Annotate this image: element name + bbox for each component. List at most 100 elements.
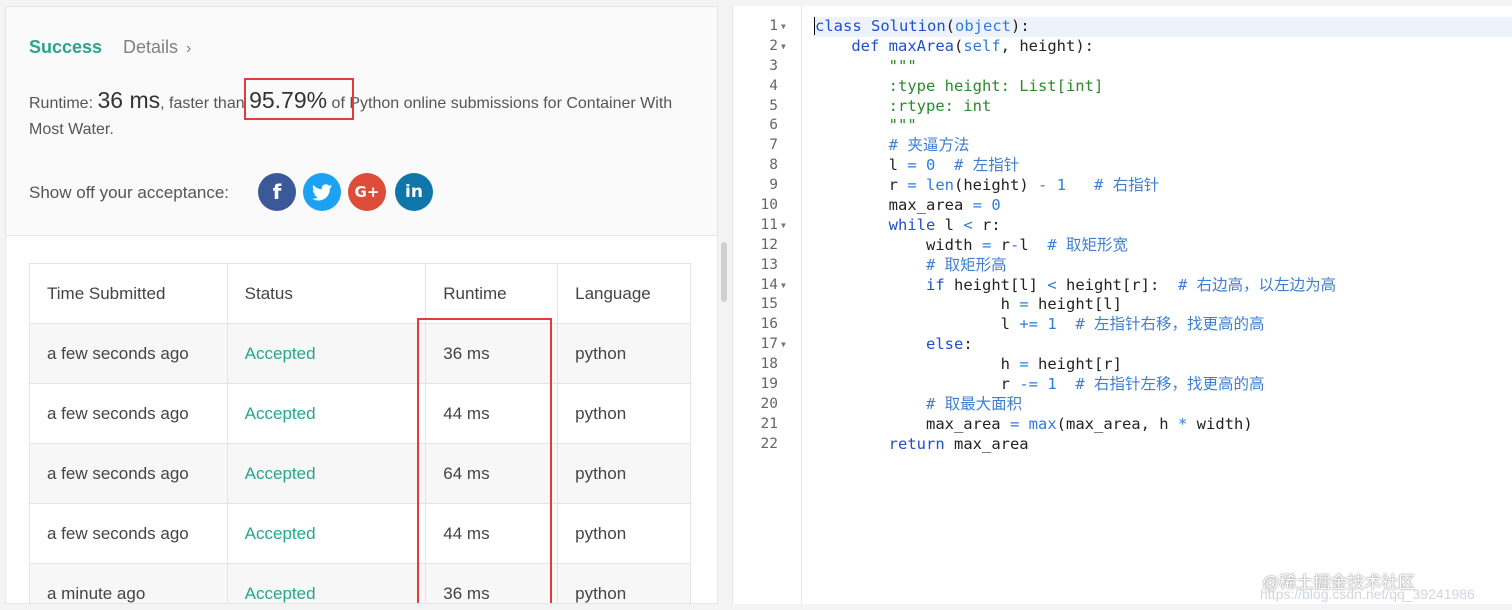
code-line[interactable]: 14 ▼ if height[l] < height[r]: # 右边高，以左边为… <box>761 275 1512 296</box>
code-token: ( <box>954 36 964 55</box>
fold-arrow-icon[interactable]: ▼ <box>781 216 791 236</box>
code-token: # 右边高，以左边为高 <box>1177 275 1337 294</box>
line-number: 6 <box>769 117 778 134</box>
table-row[interactable]: a few seconds ago Accepted 44 ms python <box>29 503 691 564</box>
code-token: = <box>1009 414 1020 433</box>
faster-than-text: , faster than <box>160 95 245 112</box>
code-line[interactable]: 18 h = height[r] <box>761 355 1512 375</box>
header-status[interactable]: Status <box>226 263 427 324</box>
tab-success[interactable]: Success <box>29 37 102 58</box>
code-line[interactable]: 11 ▼ while l < r: <box>761 215 1512 236</box>
code-token: # 右指针 <box>1094 176 1160 195</box>
linkedin-icon[interactable]: in <box>395 173 433 211</box>
code-token: class <box>814 17 862 35</box>
line-number: 5 <box>769 97 778 114</box>
code-area[interactable]: 1 ▼ class Solution(object): 2 ▼ def maxArea(… <box>761 17 1512 455</box>
code-editor[interactable]: 1 ▼ class Solution(object): 2 ▼ def maxArea(… <box>732 6 1512 604</box>
twitter-icon[interactable] <box>303 173 341 211</box>
code-token: # 左指针右移，找更高的高 <box>1075 315 1265 334</box>
runtime-summary: Runtime: 36 ms, faster than 95.79% of Py… <box>29 87 699 143</box>
scrollbar-thumb[interactable] <box>721 242 727 302</box>
tab-details[interactable]: Details › <box>123 37 191 58</box>
code-line[interactable]: 17 ▼ else: <box>761 335 1512 355</box>
line-number: 13 <box>760 256 778 273</box>
code-token: = <box>972 196 982 215</box>
code-line[interactable]: 15 h = height[l] <box>761 295 1512 315</box>
table-row[interactable]: a few seconds ago Accepted 36 ms python <box>29 323 691 384</box>
code-line[interactable]: 12 width = r-l # 取矩形宽 <box>761 235 1512 256</box>
header-language[interactable]: Language <box>557 263 691 324</box>
code-token: # 夹逼方法 <box>888 136 970 155</box>
code-line[interactable]: 22 return max_area <box>761 435 1512 455</box>
status-link[interactable]: Accepted <box>226 323 427 384</box>
code-token: l <box>1019 235 1048 254</box>
code-token: # 取矩形宽 <box>1047 235 1129 254</box>
code-line[interactable]: 13 # 取矩形高 <box>761 256 1512 276</box>
code-token: = <box>1019 295 1029 314</box>
code-line[interactable]: 10 max_area = 0 <box>761 196 1512 216</box>
code-token: - <box>1038 176 1048 195</box>
table-row[interactable]: a minute ago Accepted 36 ms python <box>29 563 691 603</box>
code-line[interactable]: 6 """ <box>769 116 1512 136</box>
line-number: 12 <box>760 236 778 253</box>
code-line[interactable]: 19 r -= 1 # 右指针左移，找更高的高 <box>761 375 1512 395</box>
status-link[interactable]: Accepted <box>226 443 427 504</box>
watermark-url: https://blog.csdn.net/qq_39241986 <box>1260 586 1475 602</box>
code-line[interactable]: 20 # 取最大面积 <box>761 394 1512 415</box>
chevron-right-icon: › <box>186 40 192 57</box>
fold-arrow-icon[interactable]: ▼ <box>781 276 791 296</box>
code-line[interactable]: 21 max_area = max(max_area, h * width) <box>761 414 1512 435</box>
scrollbar-track[interactable] <box>719 6 729 604</box>
code-line[interactable]: 7 # 夹逼方法 <box>769 136 1512 156</box>
table-row[interactable]: a few seconds ago Accepted 64 ms python <box>29 443 691 504</box>
code-token: = <box>981 235 992 254</box>
line-number: 10 <box>760 197 778 214</box>
code-token: 0 <box>926 156 936 175</box>
status-link[interactable]: Accepted <box>226 563 427 603</box>
fold-arrow-icon[interactable]: ▼ <box>781 335 791 355</box>
fold-arrow-icon[interactable]: ▼ <box>781 37 791 57</box>
code-token: l <box>814 315 1020 334</box>
code-token: """ <box>888 116 917 135</box>
facebook-icon[interactable]: f <box>258 173 296 211</box>
status-link[interactable]: Accepted <box>226 383 427 444</box>
code-token: height[r] <box>1028 355 1122 374</box>
code-token: # 右指针左移，找更高的高 <box>1075 375 1265 394</box>
code-token: height[l] <box>944 275 1048 294</box>
code-token: # 取最大面积 <box>925 394 1023 413</box>
runtime-label: Runtime: <box>29 95 94 112</box>
fold-arrow-icon[interactable]: ▼ <box>781 17 791 37</box>
code-token: < <box>963 215 973 234</box>
code-line[interactable]: 4 :type height: List[int] <box>769 77 1512 97</box>
status-link[interactable]: Accepted <box>226 503 427 564</box>
table-row[interactable]: a few seconds ago Accepted 44 ms python <box>29 383 691 444</box>
code-line[interactable]: 9 r = len(height) - 1 # 右指针 <box>769 176 1512 196</box>
code-token: 1 <box>1047 315 1057 334</box>
code-token: else <box>925 335 964 354</box>
google-plus-icon[interactable]: G+ <box>348 173 386 211</box>
code-line[interactable]: 5 :rtype: int <box>769 97 1512 117</box>
code-line[interactable]: 1 ▼ class Solution(object): <box>769 17 1512 37</box>
line-number: 4 <box>769 77 778 94</box>
header-time-submitted[interactable]: Time Submitted <box>29 263 228 324</box>
code-line[interactable]: 16 l += 1 # 左指针右移，找更高的高 <box>761 315 1512 335</box>
line-number: 18 <box>760 356 778 373</box>
line-number: 17 <box>760 336 778 353</box>
header-runtime[interactable]: Runtime <box>425 263 559 324</box>
code-line[interactable]: 2 ▼ def maxArea(self, height): <box>769 36 1512 57</box>
code-line[interactable]: 8 l = 0 # 左指针 <box>769 156 1512 176</box>
table-header-row: Time Submitted Status Runtime Language <box>29 263 691 324</box>
code-line[interactable]: 3 """ <box>769 57 1512 77</box>
